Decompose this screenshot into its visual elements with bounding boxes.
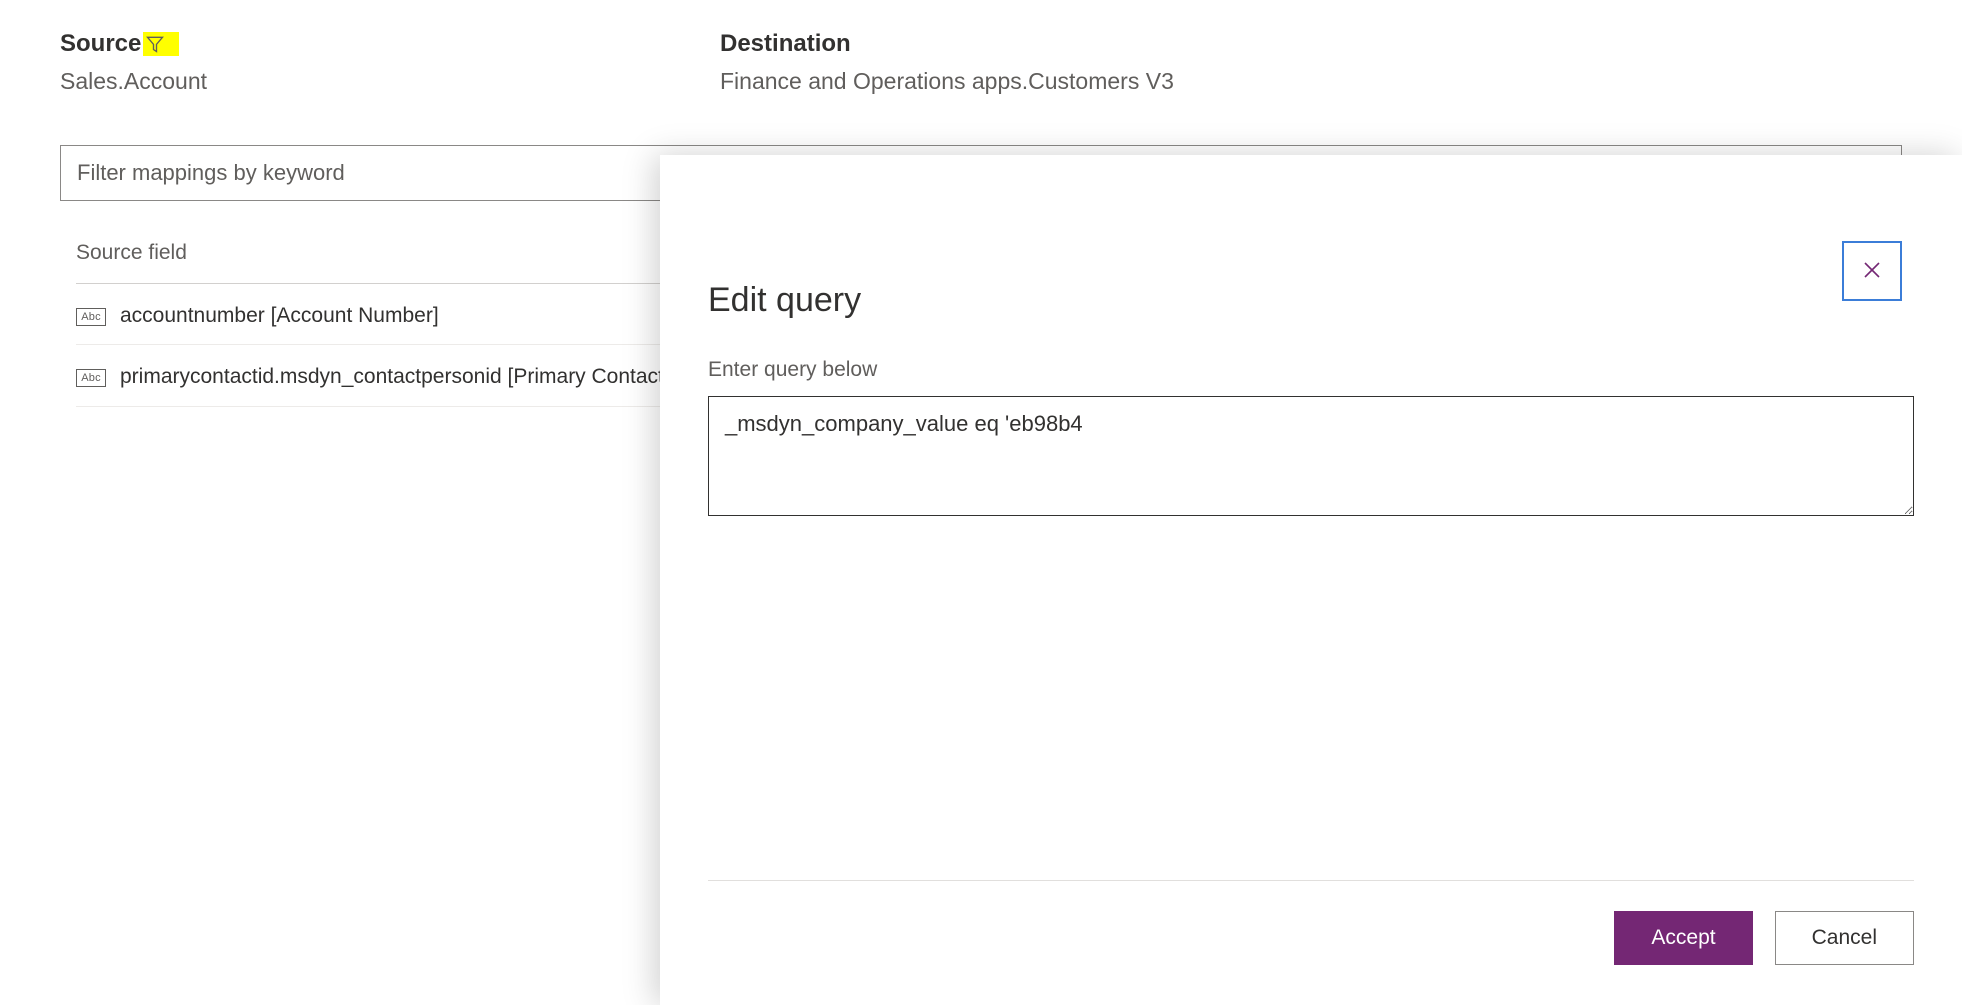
- destination-value: Finance and Operations apps.Customers V3: [720, 68, 1902, 95]
- accept-button[interactable]: Accept: [1614, 911, 1752, 965]
- source-field-cell: accountnumber [Account Number]: [120, 302, 439, 330]
- close-icon: [1860, 258, 1884, 285]
- source-header-label: Source: [60, 30, 141, 58]
- edit-query-dialog: Edit query Enter query below Accept Canc…: [660, 155, 1962, 1005]
- close-button[interactable]: [1842, 241, 1902, 301]
- dialog-title: Edit query: [708, 281, 1914, 320]
- text-type-icon: Abc: [76, 369, 106, 387]
- dialog-query-label: Enter query below: [708, 358, 1914, 382]
- source-value: Sales.Account: [60, 68, 660, 95]
- text-type-icon: Abc: [76, 308, 106, 326]
- source-filter-highlight: [143, 32, 179, 56]
- destination-header-label: Destination: [720, 30, 851, 58]
- filter-icon[interactable]: [145, 34, 165, 54]
- cancel-button[interactable]: Cancel: [1775, 911, 1914, 965]
- query-input[interactable]: [708, 396, 1914, 516]
